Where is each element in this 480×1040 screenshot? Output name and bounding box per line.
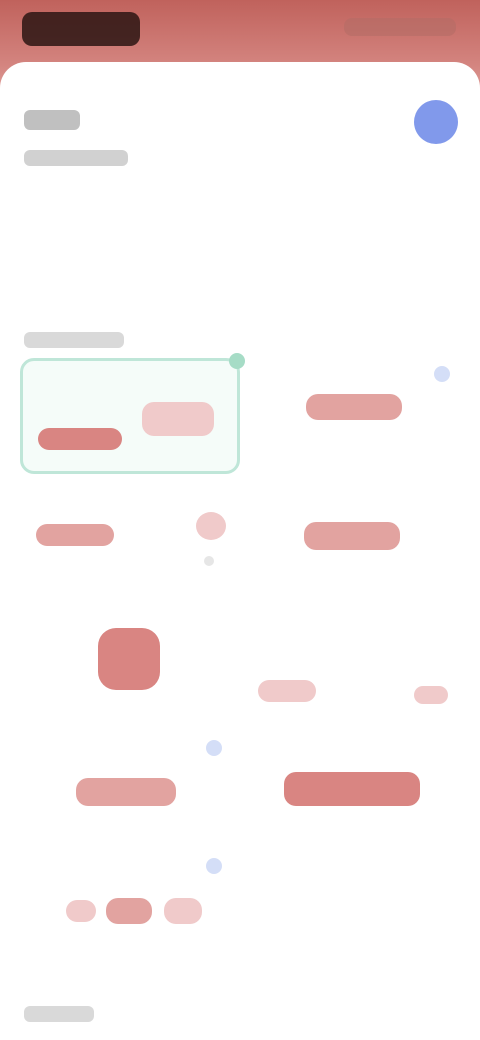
status-time: [22, 12, 140, 46]
badge-icon: [206, 740, 222, 756]
option-item[interactable]: [258, 680, 316, 702]
action-button[interactable]: [414, 100, 458, 144]
option-item[interactable]: [66, 900, 96, 922]
dot-icon: [204, 556, 214, 566]
section-label: [24, 332, 124, 348]
option-item[interactable]: [304, 522, 400, 550]
option-item[interactable]: [142, 402, 214, 436]
badge-icon: [434, 366, 450, 382]
option-item[interactable]: [306, 394, 402, 420]
option-item[interactable]: [38, 428, 122, 450]
section-label: [24, 1006, 94, 1022]
option-item[interactable]: [164, 898, 202, 924]
selected-indicator-icon: [229, 353, 245, 369]
option-item[interactable]: [284, 772, 420, 806]
page-title: [24, 110, 80, 130]
main-card: [0, 62, 480, 1040]
badge-icon: [206, 858, 222, 874]
option-item[interactable]: [76, 778, 176, 806]
option-item[interactable]: [414, 686, 448, 704]
page-subtitle: [24, 150, 128, 166]
option-item[interactable]: [196, 512, 226, 540]
option-item[interactable]: [98, 628, 160, 690]
status-bar: [0, 0, 480, 60]
option-item[interactable]: [106, 898, 152, 924]
option-item[interactable]: [36, 524, 114, 546]
status-icons: [344, 18, 456, 36]
title-block: [24, 110, 128, 166]
